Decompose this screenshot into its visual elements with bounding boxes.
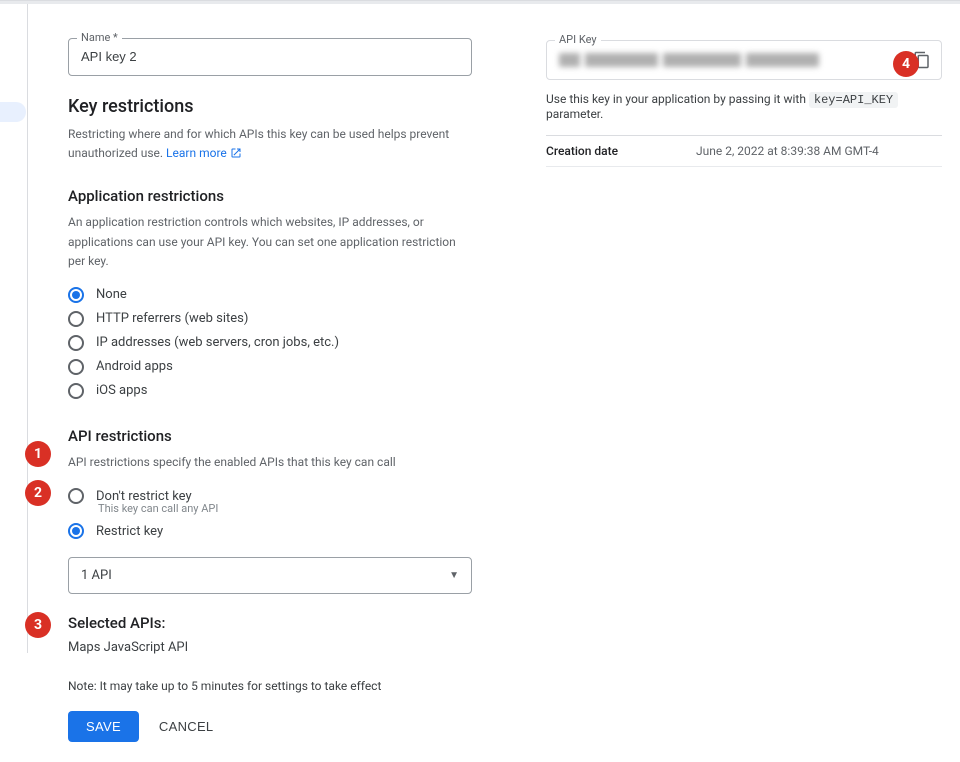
creation-date-row: Creation date June 2, 2022 at 8:39:38 AM… (546, 135, 942, 167)
annotation-badge-3: 3 (25, 612, 51, 638)
name-label: Name * (77, 31, 122, 44)
api-restrictions-heading: API restrictions (68, 427, 472, 445)
api-restrictions-desc: API restrictions specify the enabled API… (68, 453, 472, 472)
radio-label: IP addresses (web servers, cron jobs, et… (96, 335, 339, 350)
selected-apis-heading: Selected APIs: (68, 614, 472, 632)
name-input[interactable] (81, 49, 459, 64)
chevron-down-icon: ▼ (449, 570, 459, 581)
api-select-value: 1 API (81, 568, 112, 583)
creation-date-label: Creation date (546, 144, 696, 158)
api-key-field: API Key (546, 40, 942, 80)
name-field[interactable]: Name * (68, 38, 472, 76)
annotation-badge-4: 4 (893, 51, 919, 77)
creation-date-value: June 2, 2022 at 8:39:38 AM GMT-4 (696, 144, 879, 158)
button-row: SAVE CANCEL (68, 711, 472, 742)
api-key-value-blurred (559, 53, 819, 67)
radio-label: None (96, 287, 127, 302)
api-select-dropdown[interactable]: 1 API ▼ (68, 557, 472, 594)
key-restrictions-desc: Restricting where and for which APIs thi… (68, 125, 472, 163)
app-restrictions-heading: Application restrictions (68, 187, 472, 205)
learn-more-link[interactable]: Learn more (166, 146, 242, 160)
app-restrictions-radio-group: None HTTP referrers (web sites) IP addre… (68, 283, 472, 403)
app-restrictions-desc: An application restriction controls whic… (68, 213, 472, 271)
annotation-badge-1: 1 (25, 441, 51, 467)
radio-dont-restrict-sub: This key can call any API (98, 502, 472, 515)
sidebar-active-item[interactable] (0, 102, 26, 122)
api-key-hint: Use this key in your application by pass… (546, 92, 942, 121)
learn-more-text: Learn more (166, 146, 227, 160)
api-restrictions-radio-group: Don't restrict key This key can call any… (68, 484, 472, 543)
radio-icon (68, 335, 84, 351)
radio-none[interactable]: None (68, 283, 472, 307)
annotation-badge-2: 2 (25, 480, 51, 506)
radio-icon (68, 359, 84, 375)
radio-label: Android apps (96, 359, 173, 374)
api-key-label: API Key (555, 33, 601, 46)
radio-icon (68, 287, 84, 303)
radio-ip-addresses[interactable]: IP addresses (web servers, cron jobs, et… (68, 331, 472, 355)
radio-icon (68, 523, 84, 539)
radio-restrict-key[interactable]: Restrict key (68, 519, 472, 543)
save-button[interactable]: SAVE (68, 711, 139, 742)
radio-ios[interactable]: iOS apps (68, 379, 472, 403)
settings-note: Note: It may take up to 5 minutes for se… (68, 679, 472, 693)
cancel-button[interactable]: CANCEL (159, 719, 214, 734)
sidebar (0, 4, 28, 653)
radio-label: Restrict key (96, 524, 163, 539)
radio-android[interactable]: Android apps (68, 355, 472, 379)
hint-prefix: Use this key in your application by pass… (546, 92, 809, 106)
key-restrictions-heading: Key restrictions (68, 96, 472, 117)
radio-dont-restrict[interactable]: Don't restrict key (68, 484, 472, 504)
hint-code: key=API_KEY (809, 92, 898, 108)
radio-label: HTTP referrers (web sites) (96, 311, 248, 326)
radio-icon (68, 311, 84, 327)
right-column: API Key Use this key in your application… (546, 38, 942, 167)
hint-suffix: parameter. (546, 107, 603, 121)
key-restrictions-desc-text: Restricting where and for which APIs thi… (68, 127, 449, 160)
radio-icon (68, 488, 84, 504)
radio-http-referrers[interactable]: HTTP referrers (web sites) (68, 307, 472, 331)
main-content: Name * Key restrictions Restricting wher… (28, 4, 960, 762)
radio-label: iOS apps (96, 383, 147, 398)
radio-icon (68, 383, 84, 399)
external-link-icon (230, 147, 242, 159)
left-column: Name * Key restrictions Restricting wher… (68, 38, 472, 742)
